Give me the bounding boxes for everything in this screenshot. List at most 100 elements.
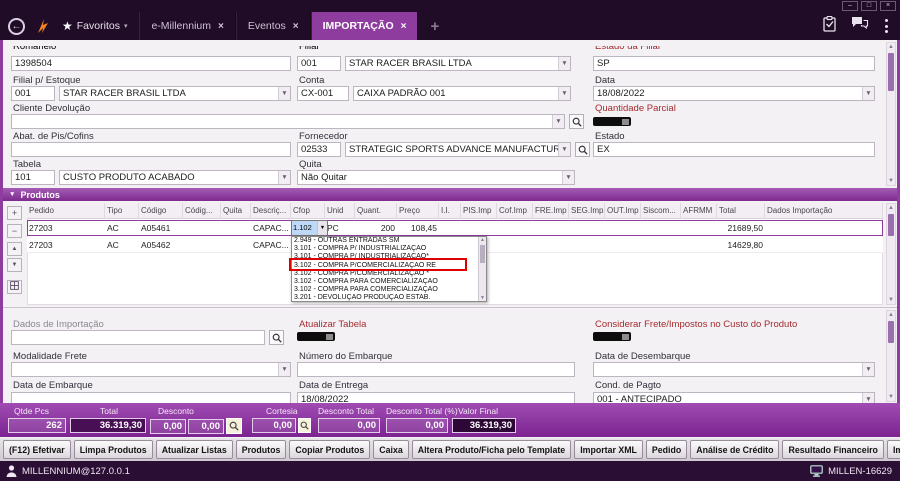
cfop-option[interactable]: 3.102 - COMPRA PARA COMERCIALIZAÇÃO xyxy=(292,286,478,294)
col-header[interactable]: Quant. xyxy=(355,203,397,219)
move-row-up-button[interactable]: ▲ xyxy=(7,242,22,256)
limpa-produtos-button[interactable]: Limpa Produtos xyxy=(73,440,153,459)
favorites-menu[interactable]: ★ Favoritos ▾ xyxy=(62,19,127,33)
cfop-option-highlighted[interactable]: 3.102 - COMPRA P/COMERCIALIZAÇÃO RE xyxy=(292,262,478,270)
filial-name-combo[interactable]: STAR RACER BRASIL LTDA ▼ xyxy=(345,56,571,71)
scrollbar-thumb[interactable] xyxy=(888,321,894,343)
scrollbar-thumb[interactable] xyxy=(480,245,485,263)
data-desembarque-combo[interactable]: ▼ xyxy=(593,362,875,377)
kebab-menu-icon[interactable] xyxy=(883,17,890,35)
col-header[interactable]: PIS.Imp xyxy=(461,203,497,219)
quantidade-parcial-toggle[interactable] xyxy=(593,117,631,126)
chevron-down-icon[interactable]: ▼ xyxy=(558,57,570,70)
filial-estoque-code-field[interactable]: 001 xyxy=(11,86,55,101)
scroll-up-icon[interactable]: ▲ xyxy=(887,204,895,212)
cfop-option[interactable]: 3.101 - COMPRA P/ INDUSTRIALIZAÇÃO xyxy=(292,245,478,253)
scroll-down-icon[interactable]: ▼ xyxy=(887,177,895,185)
col-header[interactable]: Unid xyxy=(325,203,355,219)
pedido-button[interactable]: Pedido xyxy=(645,440,688,459)
tabela-code-field[interactable]: 101 xyxy=(11,170,55,185)
col-header[interactable]: Tipo xyxy=(105,203,139,219)
desconto-value-1[interactable]: 0,00 xyxy=(150,418,186,434)
cortesia-value[interactable]: 0,00 xyxy=(252,418,296,433)
desconto-value-2[interactable]: 0,00 xyxy=(188,418,224,434)
table-row[interactable]: 27203 AC A05461 CAPAC... PC 200 108,45 2… xyxy=(27,220,883,236)
col-header[interactable]: Pedido xyxy=(27,203,105,219)
col-header[interactable]: Total xyxy=(717,203,765,219)
scrollbar-thumb[interactable] xyxy=(888,53,894,91)
abat-pis-cofins-field[interactable] xyxy=(11,142,291,157)
new-tab-button[interactable]: + xyxy=(418,12,451,40)
col-header[interactable]: Código xyxy=(139,203,183,219)
close-icon[interactable]: × xyxy=(401,21,407,32)
produtos-button[interactable]: Produtos xyxy=(235,440,287,459)
conta-combo[interactable]: CAIXA PADRÃO 001 ▼ xyxy=(353,86,571,101)
analise-credito-button[interactable]: Análise de Crédito xyxy=(690,440,780,459)
close-icon[interactable]: × xyxy=(293,21,299,32)
caixa-button[interactable]: Caixa xyxy=(373,440,409,459)
importar-di-button[interactable]: Importar DI xyxy=(886,440,900,459)
col-header[interactable]: Dados Importação xyxy=(765,203,883,219)
desconto-search-button[interactable] xyxy=(226,418,242,434)
tab-e-millennium[interactable]: e-Millennium × xyxy=(139,12,236,40)
chevron-down-icon[interactable]: ▼ xyxy=(862,363,874,376)
atualizar-listas-button[interactable]: Atualizar Listas xyxy=(155,440,233,459)
filial-code-field[interactable]: 001 xyxy=(297,56,341,71)
minimize-button[interactable]: – xyxy=(842,1,858,11)
cfop-option[interactable]: 3.102 - COMPRA P/COMERCIALIZAÇÃO * xyxy=(292,270,478,278)
close-button[interactable]: × xyxy=(880,1,896,11)
scroll-down-icon[interactable]: ▼ xyxy=(887,296,895,304)
fornecedor-combo[interactable]: STRATEGIC SPORTS ADVANCE MANUFACTURING L… xyxy=(345,142,571,157)
move-row-down-button[interactable]: ▼ xyxy=(7,258,22,272)
data-combo[interactable]: 18/08/2022 ▼ xyxy=(593,86,875,101)
chevron-down-icon[interactable]: ▼ xyxy=(278,363,290,376)
qtde-pcs-value[interactable]: 262 xyxy=(8,418,66,433)
romaneio-field[interactable]: 1398504 xyxy=(11,56,291,71)
col-header[interactable]: FRE.Imp xyxy=(533,203,569,219)
scroll-up-icon[interactable]: ▲ xyxy=(479,237,486,243)
scroll-up-icon[interactable]: ▲ xyxy=(887,311,895,319)
import-scrollbar[interactable]: ▲ ▼ xyxy=(886,310,896,402)
col-header[interactable]: SEG.Imp xyxy=(569,203,605,219)
atualizar-tabela-toggle[interactable] xyxy=(297,332,335,341)
chevron-down-icon[interactable]: ▼ xyxy=(317,221,327,235)
tab-eventos[interactable]: Eventos × xyxy=(235,12,311,40)
chevron-down-icon[interactable]: ▼ xyxy=(278,87,290,100)
col-header[interactable]: Quita xyxy=(221,203,251,219)
dados-importacao-search-button[interactable] xyxy=(269,330,284,345)
clipboard-check-icon[interactable] xyxy=(822,15,837,37)
chevron-down-icon[interactable]: ▼ xyxy=(562,171,574,184)
scrollbar-thumb[interactable] xyxy=(888,214,894,236)
chevron-down-icon[interactable]: ▼ xyxy=(558,87,570,100)
col-header[interactable]: I.I. xyxy=(439,203,461,219)
scroll-down-icon[interactable]: ▼ xyxy=(479,295,486,301)
estado-field[interactable]: EX xyxy=(593,142,875,157)
add-row-button[interactable]: + xyxy=(7,206,22,220)
data-embarque-field[interactable] xyxy=(11,392,291,403)
col-header[interactable]: Siscom... xyxy=(641,203,681,219)
dropdown-scrollbar[interactable]: ▲ ▼ xyxy=(478,237,486,301)
tab-importacao[interactable]: IMPORTAÇÃO × xyxy=(310,12,419,40)
col-header[interactable]: Preço xyxy=(397,203,439,219)
maximize-button[interactable]: □ xyxy=(861,1,877,11)
chevron-down-icon[interactable]: ▼ xyxy=(278,171,290,184)
cfop-editor[interactable]: 1.102 ▼ xyxy=(291,220,328,236)
conta-code-field[interactable]: CX-001 xyxy=(297,86,349,101)
cfop-option[interactable]: 2.949 - OUTRAS ENTRADAS SM xyxy=(292,237,478,245)
scroll-down-icon[interactable]: ▼ xyxy=(887,393,895,401)
grid-view-button[interactable] xyxy=(7,280,22,294)
importar-xml-button[interactable]: Importar XML xyxy=(574,440,643,459)
chevron-down-icon[interactable]: ▼ xyxy=(862,393,874,403)
quita-combo[interactable]: Não Quitar ▼ xyxy=(297,170,575,185)
tabela-combo[interactable]: CUSTO PRODUTO ACABADO ▼ xyxy=(59,170,291,185)
chat-icon[interactable] xyxy=(851,16,869,36)
close-icon[interactable]: × xyxy=(218,21,224,32)
estado-filial-field[interactable]: SP xyxy=(593,56,875,71)
remove-row-button[interactable]: − xyxy=(7,224,22,238)
cond-pagto-combo[interactable]: 001 - ANTECIPADO ▼ xyxy=(593,392,875,403)
data-entrega-field[interactable]: 18/08/2022 xyxy=(297,392,575,403)
modalidade-frete-combo[interactable]: ▼ xyxy=(11,362,291,377)
back-button[interactable]: ← xyxy=(8,17,25,35)
scroll-up-icon[interactable]: ▲ xyxy=(887,43,895,51)
form-scrollbar[interactable]: ▲ ▼ xyxy=(886,42,896,186)
